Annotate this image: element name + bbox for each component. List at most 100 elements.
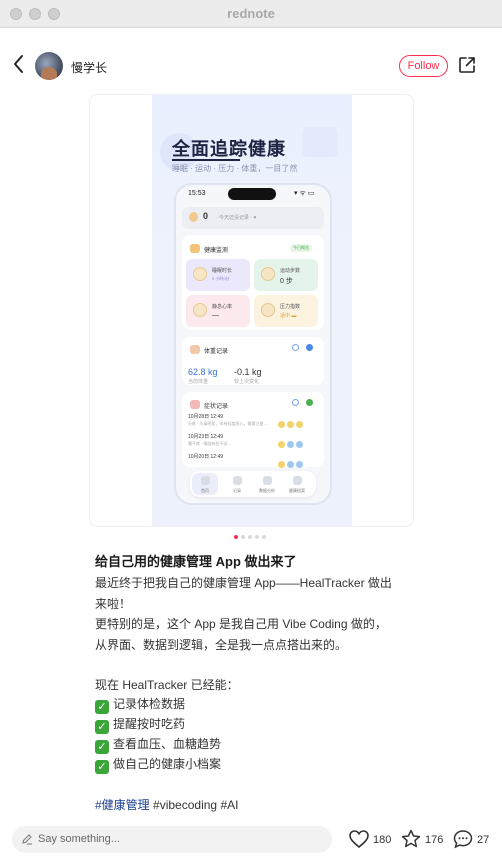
symptom-icon xyxy=(190,400,200,409)
post-line: 从界面、数据到逻辑，全是我一点点搭出来的。 xyxy=(95,638,348,652)
health-monitor-title: 健康监测 xyxy=(204,248,229,254)
pager-dot-active[interactable] xyxy=(234,535,238,539)
window-title: rednote xyxy=(227,6,275,21)
checklist-item: ✓ 提醒按时吃药 xyxy=(95,715,185,734)
record-mood-icons xyxy=(278,415,308,428)
fire-icon xyxy=(189,212,198,222)
eye-icon xyxy=(292,344,299,351)
checklist-text: 记录体检数据 xyxy=(113,697,186,711)
steps-face-icon xyxy=(261,267,275,281)
checklist-item: ✓ 做自己的健康小档案 xyxy=(95,755,221,774)
decorative-card xyxy=(302,127,338,157)
star-icon xyxy=(401,829,421,848)
tile-label: 静息心率 xyxy=(212,304,233,310)
checklist-item: ✓ 记录体检数据 xyxy=(95,695,185,714)
pager-dot[interactable] xyxy=(262,535,266,539)
comment-input[interactable]: Say something... xyxy=(12,826,332,853)
scale-icon xyxy=(190,345,200,354)
tile-value: 适中 ▬ xyxy=(280,313,297,319)
promo-subtitle: 睡眠 · 运动 · 压力 · 体重，一目了然 xyxy=(172,164,298,173)
author-avatar[interactable] xyxy=(35,52,63,80)
checklist-item: ✓ 查看血压、血糖趋势 xyxy=(95,735,221,754)
symptom-title: 症状记录 xyxy=(204,404,229,410)
check-mark-icon: ✓ xyxy=(95,760,109,774)
home-icon xyxy=(201,476,210,485)
engagement-bar: Say something... 180 176 27 xyxy=(0,822,502,859)
health-monitor-card: 健康监测 今日概览 睡眠时长 0 小时0分 运动步数 0 步 静息心率 — 压力… xyxy=(182,235,324,330)
eye-icon xyxy=(292,399,299,406)
check-mark-icon: ✓ xyxy=(95,720,109,734)
like-count: 180 xyxy=(373,834,392,846)
sleep-tile: 睡眠时长 0 小时0分 xyxy=(186,259,250,291)
record-date: 10月20日 12:49 xyxy=(188,454,224,460)
checklist-text: 查看血压、血糖趋势 xyxy=(113,737,222,751)
comment-bubble-icon xyxy=(453,830,473,849)
phone-mockup: 15:53 ▾ ᯤ ▭ 0 · 今天还没记录 · ♥ 健康监测 今日概览 睡眠时… xyxy=(174,183,332,505)
phone-time: 15:53 xyxy=(188,190,206,197)
score-value: 0 xyxy=(203,211,209,221)
phone-tab-bar: 首页 记录 数据分析 健康档案 xyxy=(190,471,316,497)
pager-dot[interactable] xyxy=(255,535,259,539)
hashtag-vibecoding[interactable]: #vibecoding xyxy=(153,798,217,812)
record-note: 嗓子疼 · 喉咙有些不适… xyxy=(188,441,232,446)
back-arrow-icon[interactable] xyxy=(10,52,28,76)
comment-placeholder: Say something... xyxy=(38,833,120,845)
pencil-icon xyxy=(22,834,32,845)
author-name[interactable]: 慢学长 xyxy=(71,59,107,76)
favorite-count: 176 xyxy=(425,834,444,846)
checklist-text: 提醒按时吃药 xyxy=(113,717,186,731)
post-line: 现在 HealTracker 已经能： xyxy=(95,678,239,692)
like-button[interactable]: 180 xyxy=(348,828,394,850)
tile-label: 压力指数 xyxy=(280,304,301,310)
follow-button[interactable]: Follow xyxy=(399,55,448,77)
weight-sub-current: 当前体重 xyxy=(188,379,209,385)
phone-status-icons: ▾ ᯤ ▭ xyxy=(294,190,315,197)
heart-icon xyxy=(190,244,200,253)
promo-title-underline xyxy=(172,159,240,161)
post-line: 来啦！ xyxy=(95,597,132,611)
weight-title: 体重记录 xyxy=(204,349,229,355)
score-text: · 今天还没记录 · ♥ xyxy=(216,215,257,221)
favorite-button[interactable]: 176 xyxy=(400,828,446,850)
carousel-pager xyxy=(230,535,270,541)
comment-count: 27 xyxy=(477,834,490,846)
heart-icon xyxy=(349,830,369,849)
stress-tile: 压力指数 适中 ▬ xyxy=(254,295,318,327)
hashtags: #健康管理 #vibecoding #AI xyxy=(95,796,238,813)
checklist-text: 做自己的健康小档案 xyxy=(113,757,222,771)
check-mark-icon: ✓ xyxy=(95,740,109,754)
post-line: 最近终于把我自己的健康管理 App——HealTracker 做出 xyxy=(95,576,392,590)
pager-dot[interactable] xyxy=(241,535,245,539)
record-mood-icons xyxy=(278,455,308,468)
add-icon xyxy=(306,344,313,351)
tile-value: 0 步 xyxy=(280,278,293,285)
pager-dot[interactable] xyxy=(248,535,252,539)
comment-button[interactable]: 27 xyxy=(452,828,492,850)
record-icon xyxy=(233,476,242,485)
record-date: 10月23日 12:49 xyxy=(188,434,224,440)
post-title: 给自己用的健康管理 App 做出来了 xyxy=(95,554,297,569)
record-date: 10月28日 12:49 xyxy=(188,414,224,420)
dynamic-island xyxy=(228,188,276,200)
add-icon xyxy=(306,399,313,406)
app-promo-image: 全面追踪健康 睡眠 · 运动 · 压力 · 体重，一目了然 15:53 ▾ ᯤ … xyxy=(152,95,352,526)
heartrate-tile: 静息心率 — xyxy=(186,295,250,327)
steps-tile: 运动步数 0 步 xyxy=(254,259,318,291)
hashtag-ai[interactable]: #AI xyxy=(220,798,238,812)
promo-title: 全面追踪健康 xyxy=(172,139,286,159)
window-titlebar: rednote xyxy=(0,0,502,28)
tab-analysis: 数据分析 xyxy=(259,488,275,493)
weight-sub-change: 较上次变化 xyxy=(234,379,260,385)
tab-home: 首页 xyxy=(201,488,209,493)
hashtag-health[interactable]: #健康管理 xyxy=(95,798,150,812)
tile-label: 运动步数 xyxy=(280,268,301,274)
weight-value: 62.8 kg xyxy=(188,367,218,377)
sleep-face-icon xyxy=(193,267,207,281)
heartrate-face-icon xyxy=(193,303,207,317)
stress-face-icon xyxy=(261,303,275,317)
tab-profile: 健康档案 xyxy=(289,488,305,493)
share-icon[interactable] xyxy=(458,56,476,74)
overview-badge: 今日概览 xyxy=(290,244,312,252)
post-image-carousel[interactable]: 全面追踪健康 睡眠 · 运动 · 压力 · 体重，一目了然 15:53 ▾ ᯤ … xyxy=(89,94,414,527)
tile-value: — xyxy=(212,312,219,319)
